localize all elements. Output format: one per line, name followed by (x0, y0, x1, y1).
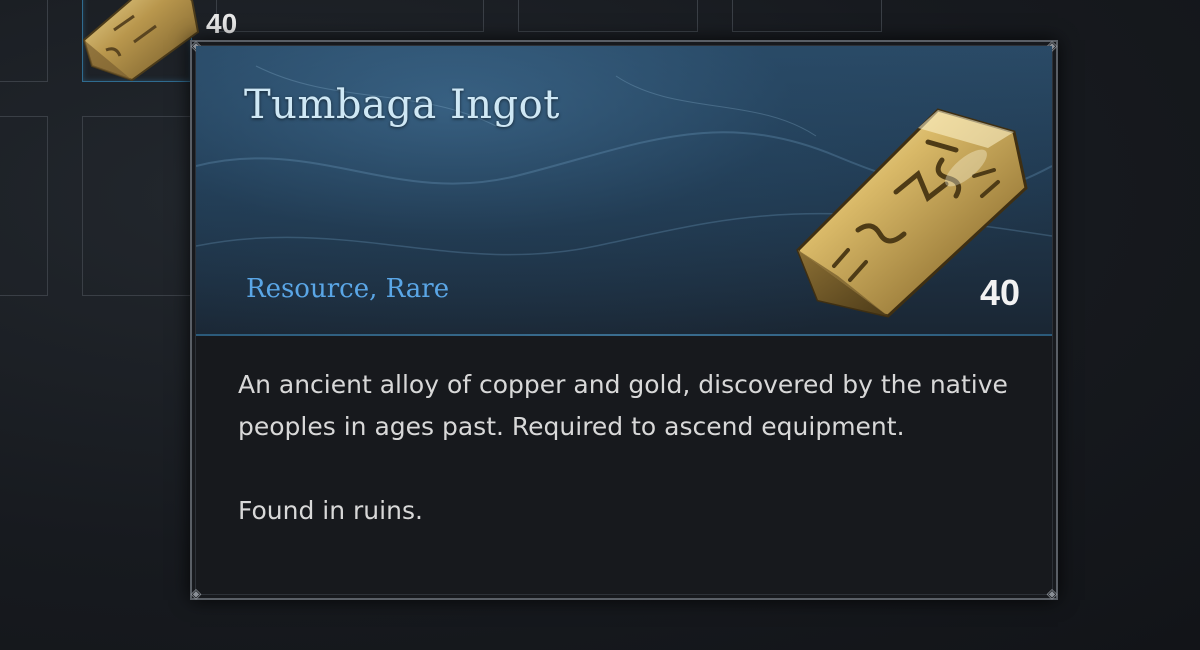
tooltip-header: Tumbaga Ingot Resource, Rare 40 (196, 46, 1052, 336)
header-divider (196, 334, 1052, 336)
inventory-slot[interactable] (0, 116, 48, 296)
description-footnote: Found in ruins. (238, 496, 423, 525)
inventory-slot[interactable] (216, 0, 484, 32)
item-title: Tumbaga Ingot (244, 82, 560, 128)
item-tooltip: ◈ ◈ ◈ ◈ Tumbaga Ingot Resource, Rare (190, 38, 1058, 602)
gold-ingot-icon (82, 0, 200, 82)
item-stack-count: 40 (979, 272, 1020, 313)
inventory-slot[interactable] (0, 0, 48, 82)
corner-ornament-icon: ◈ (1046, 586, 1058, 602)
inventory-slot[interactable] (518, 0, 698, 32)
description-text: An ancient alloy of copper and gold, dis… (238, 370, 1008, 441)
corner-ornament-icon: ◈ (190, 586, 202, 602)
slot-stack-count: 40 (206, 8, 238, 39)
item-description: An ancient alloy of copper and gold, dis… (238, 364, 1028, 532)
inventory-slot[interactable] (82, 116, 192, 296)
inventory-slot[interactable] (732, 0, 882, 32)
item-rarity-label: Resource, Rare (246, 274, 450, 304)
